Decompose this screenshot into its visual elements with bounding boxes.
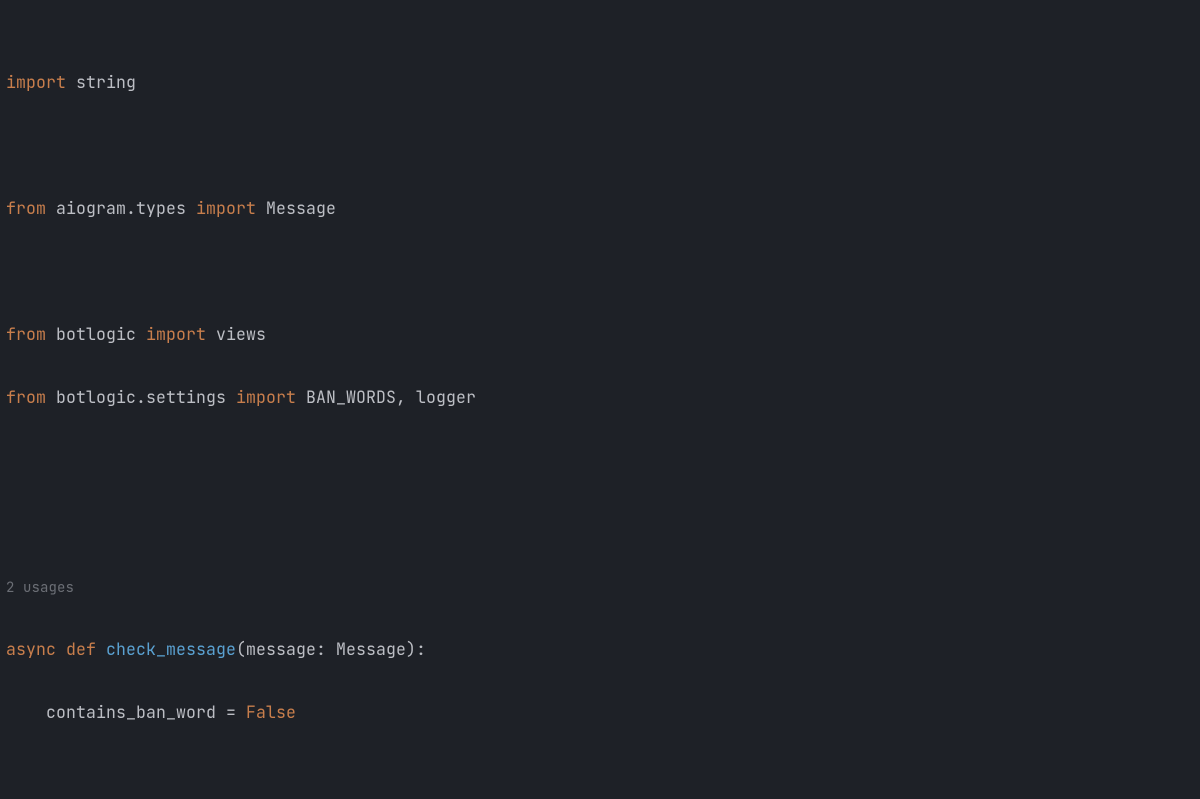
keyword: async xyxy=(6,638,56,660)
code-line[interactable] xyxy=(0,760,1200,792)
var: contains_ban_word xyxy=(46,701,216,723)
code-line[interactable]: import string xyxy=(0,67,1200,99)
module: botlogic xyxy=(56,323,136,345)
keyword: from xyxy=(6,197,46,219)
code-line[interactable] xyxy=(0,256,1200,288)
usages-hint[interactable]: 2 usages xyxy=(0,571,1200,603)
module: string xyxy=(76,71,136,93)
const: False xyxy=(246,701,296,723)
code-line[interactable]: contains_ban_word = False xyxy=(0,697,1200,729)
symbol: BAN_WORDS, logger xyxy=(306,386,476,408)
code-line[interactable] xyxy=(0,508,1200,540)
code-line[interactable] xyxy=(0,445,1200,477)
keyword: import xyxy=(236,386,296,408)
symbol: views xyxy=(216,323,266,345)
code-line[interactable]: from botlogic import views xyxy=(0,319,1200,351)
params: message: Message xyxy=(246,638,406,660)
keyword: import xyxy=(146,323,206,345)
punct: ): xyxy=(406,638,426,660)
code-line[interactable]: async def check_message(message: Message… xyxy=(0,634,1200,666)
code-line[interactable]: from botlogic.settings import BAN_WORDS,… xyxy=(0,382,1200,414)
code-line[interactable] xyxy=(0,130,1200,162)
module: botlogic.settings xyxy=(56,386,226,408)
punct: ( xyxy=(236,638,246,660)
symbol: Message xyxy=(266,197,336,219)
keyword: from xyxy=(6,323,46,345)
keyword: import xyxy=(196,197,256,219)
usages-text: 2 usages xyxy=(6,579,74,597)
code-line[interactable]: from aiogram.types import Message xyxy=(0,193,1200,225)
function-def: check_message xyxy=(106,638,236,660)
code-editor[interactable]: import string from aiogram.types import … xyxy=(0,0,1200,799)
module: aiogram.types xyxy=(56,197,186,219)
keyword: from xyxy=(6,386,46,408)
keyword: def xyxy=(66,638,96,660)
keyword: import xyxy=(6,71,66,93)
op: = xyxy=(226,701,236,723)
